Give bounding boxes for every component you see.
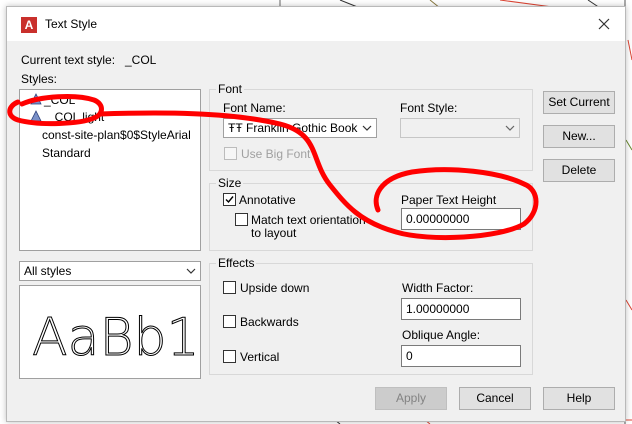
chevron-down-icon	[186, 268, 196, 274]
styles-filter-dropdown[interactable]: All styles	[19, 261, 201, 281]
style-item-label: _COL light	[48, 110, 105, 124]
style-item-label: const-site-plan$0$StyleArial	[42, 128, 191, 142]
delete-style-button[interactable]: Delete	[543, 159, 615, 182]
paper-text-height-label: Paper Text Height	[401, 193, 497, 207]
preview-sample-text: AaBb12	[32, 308, 200, 369]
chevron-down-icon	[362, 125, 372, 131]
oblique-angle-label: Oblique Angle:	[402, 328, 481, 342]
width-factor-input[interactable]: 1.00000000	[401, 298, 521, 320]
use-big-font-checkbox[interactable]	[224, 147, 237, 160]
oblique-angle-input[interactable]: 0	[401, 345, 521, 367]
annotative-icon	[30, 93, 42, 105]
backwards-checkbox[interactable]	[223, 315, 236, 328]
styles-label: Styles:	[21, 72, 58, 86]
use-big-font-label: Use Big Font	[241, 147, 311, 161]
font-group-title: Font	[216, 82, 245, 96]
upside-down-checkbox[interactable]	[223, 281, 236, 294]
font-name-value: Franklin Gothic Book	[246, 121, 358, 135]
effects-group-title: Effects	[216, 256, 257, 270]
close-button[interactable]	[591, 11, 617, 37]
paper-text-height-input[interactable]: 0.00000000	[401, 208, 521, 230]
cancel-button[interactable]: Cancel	[459, 387, 531, 410]
match-orientation-checkbox[interactable]	[235, 213, 248, 226]
annotative-icon	[30, 110, 42, 122]
chevron-down-icon	[505, 125, 515, 131]
style-item-label: Standard	[42, 146, 91, 160]
help-button[interactable]: Help	[543, 387, 615, 410]
autocad-app-icon: A	[21, 17, 37, 33]
styles-list[interactable]: _COL _COL light const-site-plan$0$StyleA…	[19, 89, 201, 251]
backwards-label: Backwards	[240, 315, 299, 329]
width-factor-label: Width Factor:	[402, 281, 474, 295]
current-style-label: Current text style:	[21, 53, 116, 67]
size-group-title: Size	[216, 176, 244, 190]
annotative-checkbox[interactable]	[223, 193, 236, 206]
screen: A Text Style Current text style: _COL St…	[0, 0, 632, 424]
style-item-label: _COL	[44, 93, 76, 107]
close-icon	[598, 18, 610, 30]
match-orientation-label: Match text orientation	[251, 213, 366, 227]
vertical-label: Vertical	[240, 350, 280, 364]
upside-down-label: Upside down	[240, 281, 310, 295]
title-bar: A Text Style	[7, 7, 625, 41]
set-current-button[interactable]: Set Current	[543, 91, 615, 114]
style-item-const-site-plan[interactable]: const-site-plan$0$StyleArial	[20, 127, 200, 144]
style-item-col[interactable]: _COL	[20, 92, 200, 109]
dialog-title: Text Style	[45, 17, 98, 31]
annotative-label: Annotative	[239, 193, 296, 207]
text-style-dialog: A Text Style Current text style: _COL St…	[6, 6, 626, 422]
font-name-dropdown[interactable]: ŦŦ Franklin Gothic Book	[223, 118, 377, 138]
vertical-checkbox[interactable]	[223, 350, 236, 363]
style-item-col-light[interactable]: _COL light	[20, 109, 200, 126]
new-style-button[interactable]: New...	[543, 125, 615, 148]
match-orientation-label-line2: to layout	[251, 226, 297, 240]
font-style-label: Font Style:	[400, 101, 458, 115]
font-style-dropdown[interactable]	[400, 118, 520, 138]
style-item-standard[interactable]: Standard	[20, 145, 200, 162]
apply-button[interactable]: Apply	[375, 387, 447, 410]
truetype-font-icon: ŦŦ	[228, 121, 243, 135]
current-style-value: _COL	[125, 53, 157, 67]
font-name-label: Font Name:	[223, 101, 286, 115]
checkmark-icon	[225, 196, 234, 204]
styles-filter-value: All styles	[24, 264, 72, 278]
style-preview: AaBb12	[19, 285, 201, 379]
